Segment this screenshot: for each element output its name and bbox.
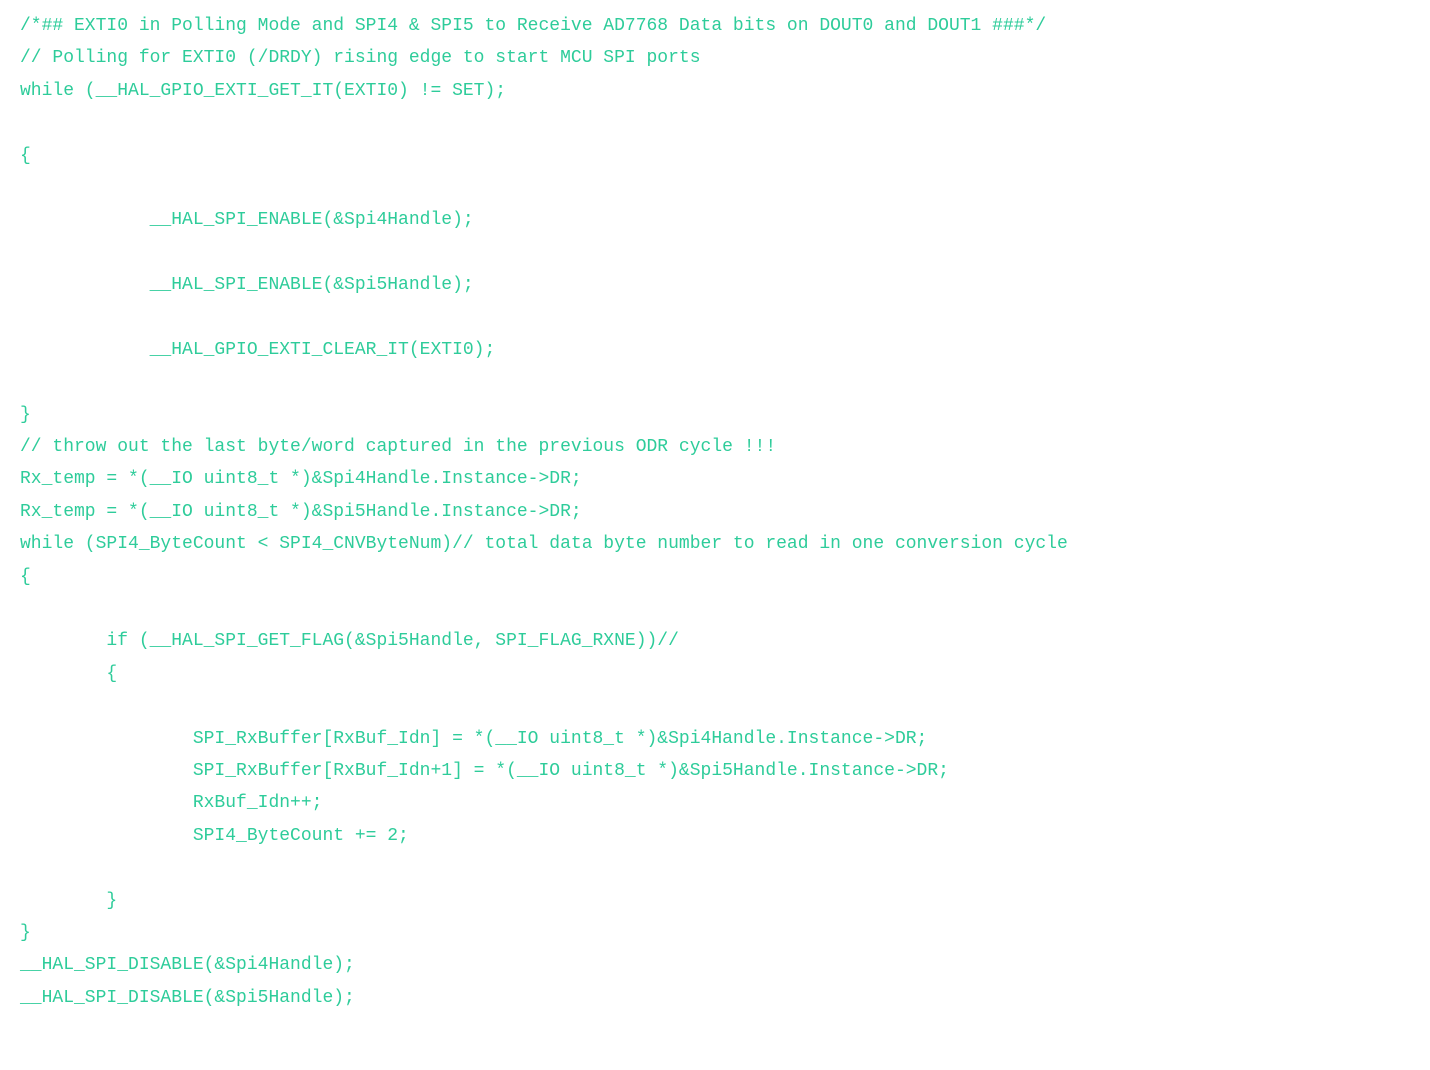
empty-line-6	[20, 172, 1410, 204]
code-container: /*## EXTI0 in Polling Mode and SPI4 & SP…	[20, 10, 1410, 1014]
code-line-25: RxBuf_Idn++;	[20, 787, 1410, 819]
code-line-20: if (__HAL_SPI_GET_FLAG(&Spi5Handle, SPI_…	[20, 625, 1410, 657]
empty-line-8	[20, 237, 1410, 269]
code-line-13: }	[20, 399, 1410, 431]
code-line-15: Rx_temp = *(__IO uint8_t *)&Spi4Handle.I…	[20, 463, 1410, 495]
empty-line-4	[20, 107, 1410, 139]
code-line-17: while (SPI4_ByteCount < SPI4_CNVByteNum)…	[20, 528, 1410, 560]
code-line-14: // throw out the last byte/word captured…	[20, 431, 1410, 463]
code-line-29: }	[20, 917, 1410, 949]
code-line-23: SPI_RxBuffer[RxBuf_Idn] = *(__IO uint8_t…	[20, 723, 1410, 755]
code-line-1: /*## EXTI0 in Polling Mode and SPI4 & SP…	[20, 10, 1410, 42]
empty-line-27	[20, 852, 1410, 884]
empty-line-19	[20, 593, 1410, 625]
code-line-21: {	[20, 658, 1410, 690]
empty-line-12	[20, 366, 1410, 398]
code-line-3: while (__HAL_GPIO_EXTI_GET_IT(EXTI0) != …	[20, 75, 1410, 107]
code-line-24: SPI_RxBuffer[RxBuf_Idn+1] = *(__IO uint8…	[20, 755, 1410, 787]
code-line-9: __HAL_SPI_ENABLE(&Spi5Handle);	[20, 269, 1410, 301]
code-line-18: {	[20, 561, 1410, 593]
code-line-2: // Polling for EXTI0 (/DRDY) rising edge…	[20, 42, 1410, 74]
code-line-7: __HAL_SPI_ENABLE(&Spi4Handle);	[20, 204, 1410, 236]
empty-line-10	[20, 302, 1410, 334]
code-line-26: SPI4_ByteCount += 2;	[20, 820, 1410, 852]
code-line-5: {	[20, 140, 1410, 172]
code-line-11: __HAL_GPIO_EXTI_CLEAR_IT(EXTI0);	[20, 334, 1410, 366]
code-line-28: }	[20, 885, 1410, 917]
code-line-16: Rx_temp = *(__IO uint8_t *)&Spi5Handle.I…	[20, 496, 1410, 528]
empty-line-22	[20, 690, 1410, 722]
code-line-30: __HAL_SPI_DISABLE(&Spi4Handle);	[20, 949, 1410, 981]
code-line-31: __HAL_SPI_DISABLE(&Spi5Handle);	[20, 982, 1410, 1014]
